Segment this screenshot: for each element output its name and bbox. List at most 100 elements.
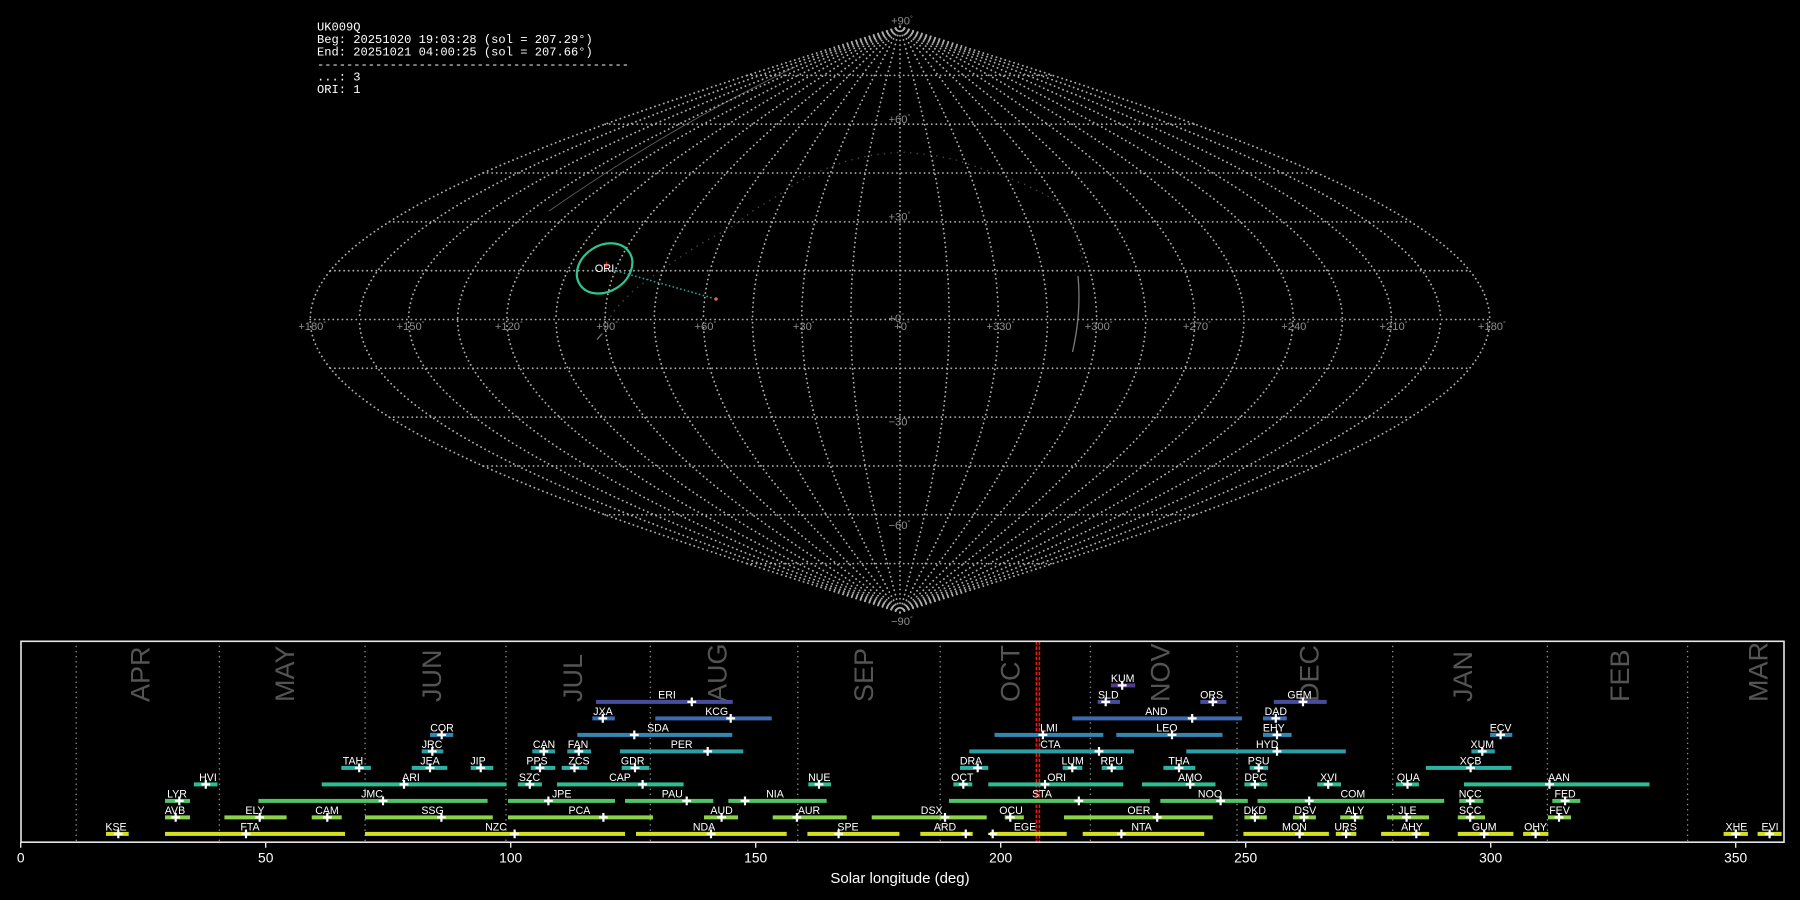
svg-text:DKD: DKD: [1244, 805, 1267, 817]
svg-text:AUG: AUG: [702, 643, 732, 702]
svg-text:APR: APR: [126, 646, 156, 702]
svg-text:TAH: TAH: [343, 755, 363, 767]
svg-text:KUM: KUM: [1111, 673, 1135, 685]
svg-text:SCC: SCC: [1459, 805, 1482, 817]
svg-text:AMO: AMO: [1178, 772, 1202, 784]
svg-text:250: 250: [1234, 851, 1257, 866]
svg-text:NZC: NZC: [485, 821, 507, 833]
svg-text:EVI: EVI: [1762, 821, 1779, 833]
svg-text:XCB: XCB: [1460, 755, 1482, 767]
svg-text:EGE: EGE: [1014, 821, 1036, 833]
svg-text:AUR: AUR: [798, 805, 821, 817]
svg-text:CAN: CAN: [533, 739, 555, 751]
svg-text:GUM: GUM: [1472, 821, 1497, 833]
svg-text:CAM: CAM: [315, 805, 339, 817]
svg-text:SSG: SSG: [421, 805, 443, 817]
svg-text:XHE: XHE: [1726, 821, 1748, 833]
svg-text:AAN: AAN: [1548, 772, 1570, 784]
svg-text:JEA: JEA: [420, 755, 440, 767]
svg-text:JRC: JRC: [422, 739, 443, 751]
svg-text:SEP: SEP: [849, 648, 879, 702]
svg-text:ORI: ORI: [1047, 772, 1066, 784]
svg-text:+60°: +60°: [889, 113, 911, 126]
svg-text:0: 0: [17, 851, 25, 866]
svg-text:+150°: +150°: [397, 320, 425, 333]
svg-text:HVI: HVI: [199, 772, 217, 784]
svg-text:SDA: SDA: [647, 722, 670, 734]
svg-text:JUN: JUN: [417, 650, 447, 703]
svg-text:ECV: ECV: [1490, 722, 1513, 734]
svg-text:ERI: ERI: [658, 689, 676, 701]
svg-text:NIA: NIA: [766, 788, 785, 800]
svg-text:300: 300: [1479, 851, 1502, 866]
svg-text:NUE: NUE: [808, 772, 830, 784]
svg-text:MON: MON: [1282, 821, 1307, 833]
svg-text:COR: COR: [430, 722, 454, 734]
svg-text:Solar longitude (deg): Solar longitude (deg): [830, 870, 969, 887]
svg-text:−60°: −60°: [889, 519, 911, 532]
svg-text:DSX: DSX: [921, 805, 943, 817]
svg-text:+300°: +300°: [1085, 320, 1113, 333]
svg-text:GEM: GEM: [1287, 689, 1311, 701]
svg-text:QUA: QUA: [1397, 772, 1421, 784]
svg-text:NCC: NCC: [1459, 788, 1482, 800]
svg-text:200: 200: [989, 851, 1012, 866]
svg-text:ARD: ARD: [934, 821, 957, 833]
svg-text:PER: PER: [671, 739, 693, 751]
svg-text:AHY: AHY: [1401, 821, 1423, 833]
svg-text:STA: STA: [1032, 788, 1053, 800]
svg-text:100: 100: [499, 851, 522, 866]
svg-text:AUD: AUD: [710, 805, 733, 817]
svg-text:ARI: ARI: [402, 772, 420, 784]
svg-text:OCT: OCT: [951, 772, 974, 784]
svg-text:RPU: RPU: [1101, 755, 1123, 767]
svg-text:ZCS: ZCS: [568, 755, 589, 767]
svg-text:LYR: LYR: [167, 788, 187, 800]
svg-text:PAU: PAU: [662, 788, 683, 800]
svg-text:+90°: +90°: [891, 15, 913, 28]
svg-text:+330°: +330°: [986, 320, 1014, 333]
svg-text:JAN: JAN: [1448, 651, 1478, 702]
svg-text:+240°: +240°: [1281, 320, 1309, 333]
svg-text:AVB: AVB: [165, 805, 185, 817]
svg-text:JIP: JIP: [470, 755, 485, 767]
svg-text:JXA: JXA: [593, 706, 613, 718]
svg-text:XVI: XVI: [1320, 772, 1337, 784]
svg-text:−30°: −30°: [889, 416, 911, 429]
svg-text:JUL: JUL: [558, 654, 588, 702]
svg-text:URS: URS: [1334, 821, 1356, 833]
svg-text:LUM: LUM: [1062, 755, 1084, 767]
svg-text:JPE: JPE: [552, 788, 571, 800]
svg-text:FTA: FTA: [240, 821, 260, 833]
svg-text:MAR: MAR: [1744, 642, 1774, 702]
svg-text:THA: THA: [1168, 755, 1190, 767]
svg-text:GDR: GDR: [621, 755, 645, 767]
svg-text:DPC: DPC: [1244, 772, 1267, 784]
svg-text:CTA: CTA: [1040, 739, 1061, 751]
svg-text:NOV: NOV: [1145, 643, 1175, 702]
svg-text:+60°: +60°: [695, 320, 717, 333]
svg-text:−90°: −90°: [891, 615, 913, 628]
svg-text:FEB: FEB: [1605, 649, 1635, 702]
svg-text:350: 350: [1724, 851, 1747, 866]
svg-text:DSV: DSV: [1294, 805, 1317, 817]
svg-text:EHY: EHY: [1263, 722, 1285, 734]
svg-text:KSE: KSE: [105, 821, 126, 833]
svg-text:+270°: +270°: [1183, 320, 1211, 333]
svg-text:+30°: +30°: [793, 320, 815, 333]
svg-text:+30°: +30°: [889, 211, 911, 224]
svg-text:OHY: OHY: [1524, 821, 1547, 833]
svg-text:NDA: NDA: [693, 821, 716, 833]
svg-text:MAY: MAY: [270, 645, 300, 702]
svg-text:+180°: +180°: [298, 320, 326, 333]
svg-text:ORI: ORI: [595, 263, 615, 275]
svg-text:KCG: KCG: [705, 706, 728, 718]
svg-text:PPS: PPS: [526, 755, 547, 767]
svg-text:DRA: DRA: [960, 755, 983, 767]
svg-text:ALY: ALY: [1345, 805, 1364, 817]
svg-text:OER: OER: [1127, 805, 1150, 817]
svg-text:+210°: +210°: [1380, 320, 1408, 333]
svg-text:JLE: JLE: [1398, 805, 1416, 817]
svg-text:CAP: CAP: [609, 772, 631, 784]
svg-text:FED: FED: [1555, 788, 1577, 800]
